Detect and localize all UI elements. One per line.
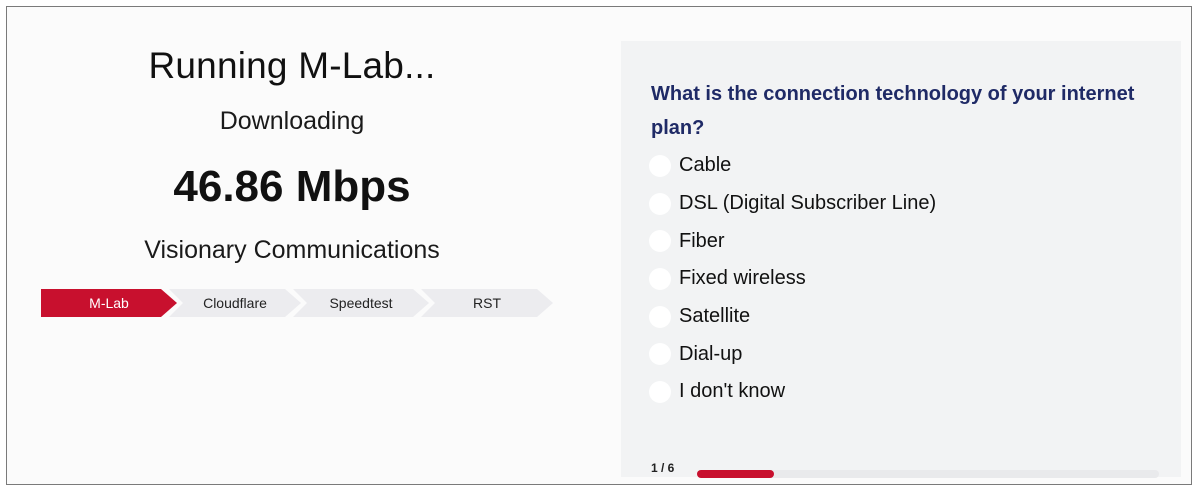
survey-panel: What is the connection technology of you… [621, 41, 1181, 478]
provider-name: Visionary Communications [144, 236, 440, 264]
option-label[interactable]: Satellite [679, 305, 750, 328]
survey-question: What is the connection technology of you… [651, 83, 1135, 139]
app-frame: Running M-Lab... Downloading 46.86 Mbps … [6, 6, 1192, 485]
radio-button[interactable] [649, 154, 671, 177]
step-label: Speedtest [329, 295, 393, 311]
step-label: M-Lab [89, 295, 129, 311]
test-steps: M-Lab Cloudflare Speedtest RST [41, 289, 553, 317]
option-cable[interactable]: Cable [649, 147, 936, 185]
option-fixed-wireless[interactable]: Fixed wireless [649, 260, 936, 298]
test-phase: Downloading [219, 107, 365, 135]
option-label[interactable]: Dial-up [679, 343, 742, 366]
step-label: RST [473, 295, 501, 311]
test-status-panel: Running M-Lab... Downloading 46.86 Mbps … [7, 7, 577, 484]
option-dsl[interactable]: DSL (Digital Subscriber Line) [649, 185, 936, 223]
radio-button[interactable] [649, 230, 671, 253]
radio-button[interactable] [649, 343, 671, 366]
option-label[interactable]: I don't know [679, 380, 785, 403]
radio-button[interactable] [649, 380, 671, 403]
radio-button[interactable] [649, 305, 671, 328]
step-rst: RST [421, 289, 553, 317]
step-mlab: M-Lab [41, 289, 177, 317]
step-cloudflare: Cloudflare [169, 289, 301, 317]
survey-progress-fill [697, 470, 774, 478]
radio-button[interactable] [649, 267, 671, 290]
speed-value: 46.86 Mbps [173, 162, 411, 211]
step-label: Cloudflare [203, 295, 267, 311]
option-fiber[interactable]: Fiber [649, 222, 936, 260]
option-label[interactable]: Fiber [679, 230, 725, 253]
option-dont-know[interactable]: I don't know [649, 373, 936, 411]
option-satellite[interactable]: Satellite [649, 298, 936, 336]
step-speedtest: Speedtest [293, 289, 429, 317]
survey-options: Cable DSL (Digital Subscriber Line) Fibe… [649, 147, 936, 411]
question-counter: 1 / 6 [651, 461, 675, 475]
option-label[interactable]: Cable [679, 154, 731, 177]
survey-progress-bar [697, 470, 1159, 478]
option-label[interactable]: DSL (Digital Subscriber Line) [679, 192, 936, 215]
option-label[interactable]: Fixed wireless [679, 267, 806, 290]
option-dial-up[interactable]: Dial-up [649, 335, 936, 373]
test-title: Running M-Lab... [148, 45, 436, 86]
radio-button[interactable] [649, 192, 671, 215]
